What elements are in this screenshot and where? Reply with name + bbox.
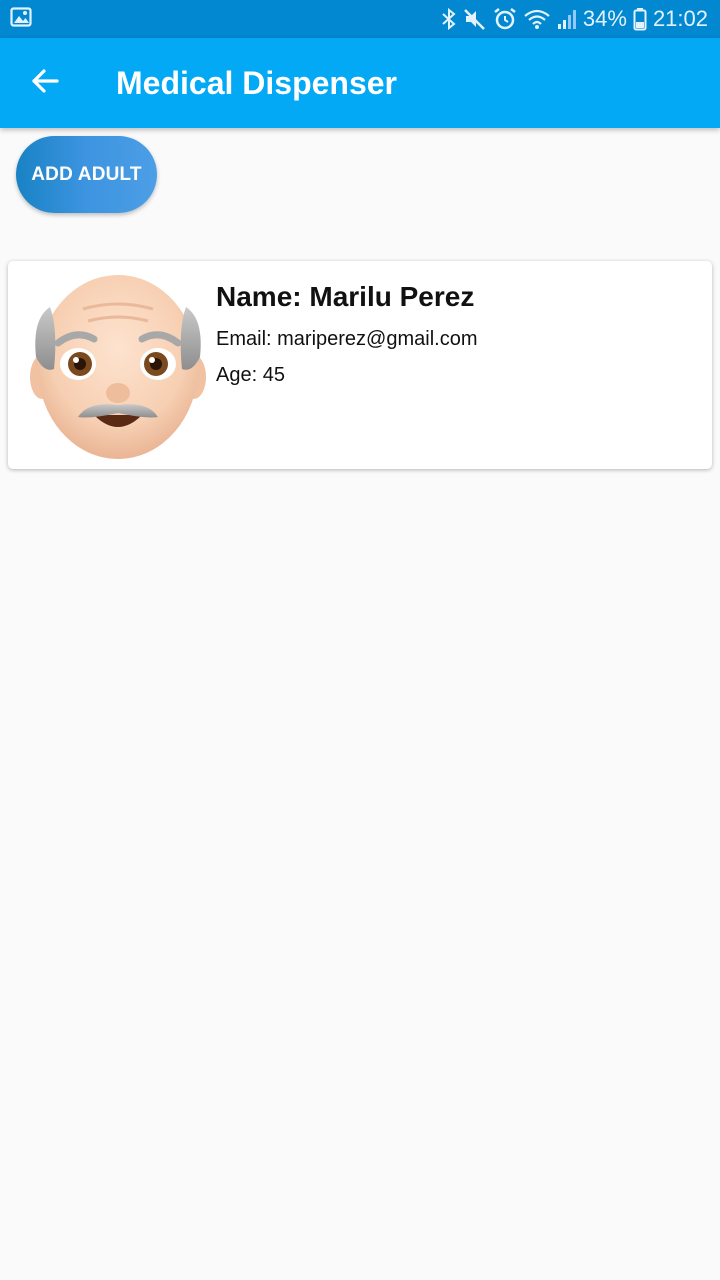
page-title: Medical Dispenser <box>116 64 397 101</box>
app-bar: Medical Dispenser <box>0 38 720 128</box>
adult-name: Name: Marilu Perez <box>216 281 475 312</box>
mute-icon <box>463 7 487 31</box>
adult-card[interactable]: Name: Marilu Perez Email: mariperez@gmai… <box>8 261 712 469</box>
battery-percent: 34% <box>582 6 627 31</box>
status-time: 21:02 <box>652 6 708 31</box>
adult-age: Age: 45 <box>216 364 285 386</box>
alarm-icon <box>493 7 517 31</box>
gallery-icon <box>10 6 32 32</box>
adult-email: Email: mariperez@gmail.com <box>216 328 478 350</box>
arrow-back-icon <box>30 66 60 101</box>
battery-icon <box>633 7 647 31</box>
back-button[interactable] <box>0 38 90 128</box>
wifi-icon <box>523 7 551 31</box>
signal-icon <box>557 8 577 30</box>
bluetooth-icon <box>441 7 457 31</box>
status-bar: 34% 21:02 <box>0 0 720 38</box>
add-adult-button[interactable]: ADD ADULT <box>16 136 157 213</box>
old-man-emoji-icon <box>28 269 208 465</box>
